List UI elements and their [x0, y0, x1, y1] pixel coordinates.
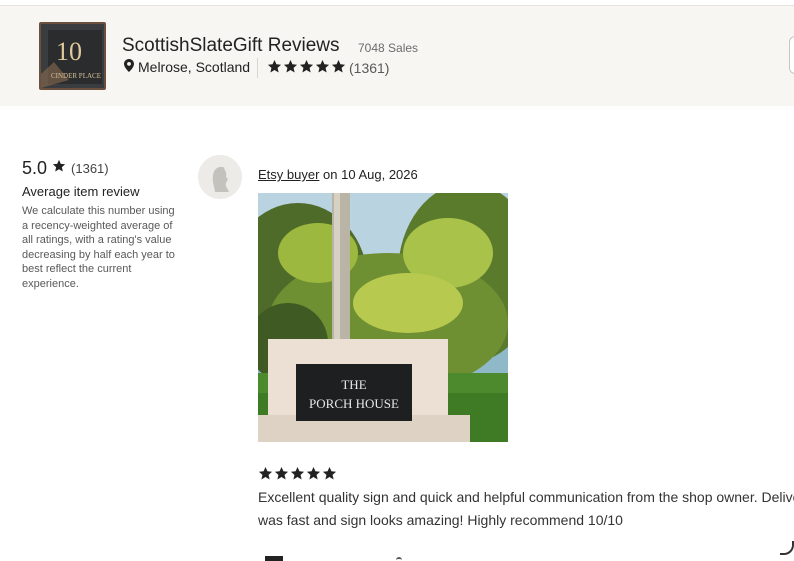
star-icon	[258, 466, 273, 486]
star-icon	[299, 59, 314, 77]
favorite-shop-button[interactable]	[789, 36, 794, 74]
loading-spinner-icon	[780, 541, 794, 555]
sign-line-1: THE	[341, 377, 366, 392]
map-pin-icon	[124, 59, 134, 75]
shop-header: 10 CINDER PLACE ScottishSlateGift Review…	[0, 6, 794, 106]
average-score-value: 5.0	[22, 158, 48, 178]
shop-location: Melrose, Scotland	[124, 59, 250, 75]
user-silhouette-icon	[198, 155, 242, 199]
shop-title: ScottishSlateGift Reviews	[122, 35, 340, 56]
reviewer-avatar	[198, 155, 242, 199]
star-icon	[331, 59, 346, 77]
location-label: Melrose, Scotland	[138, 59, 251, 75]
average-item-review-heading: Average item review	[22, 184, 140, 199]
partial-icon	[396, 557, 402, 561]
star-icon	[290, 466, 305, 486]
helpful-icon[interactable]	[265, 556, 283, 561]
sign-line-2: PORCH HOUSE	[309, 396, 399, 411]
shop-rating-count: (1361)	[349, 60, 390, 76]
review-date: 10 Aug, 2026	[341, 167, 418, 182]
review-meta: Etsy buyer on 10 Aug, 2026	[258, 167, 418, 182]
sales-count: 7048 Sales	[358, 41, 419, 55]
shop-logo-image[interactable]: 10 CINDER PLACE	[39, 22, 106, 90]
average-score: 5.0 (1361)	[22, 158, 109, 179]
average-review-explanation: We calculate this number using a recency…	[22, 205, 175, 290]
star-icon	[267, 59, 282, 77]
review-text: Excellent quality sign and quick and hel…	[258, 489, 794, 528]
star-icon	[306, 466, 321, 486]
shop-rating[interactable]: (1361)	[267, 59, 389, 77]
reviewer-name-link[interactable]: Etsy buyer	[258, 167, 319, 182]
star-icon	[283, 59, 298, 77]
star-icon	[274, 466, 289, 486]
review-date-prefix: on	[319, 167, 342, 182]
star-icon	[315, 59, 330, 77]
logo-number-text: 10	[56, 37, 82, 66]
review-rating-stars	[258, 466, 337, 486]
star-icon	[52, 159, 66, 178]
star-icon	[322, 466, 337, 486]
logo-caption-text: CINDER PLACE	[51, 72, 101, 80]
review-photo[interactable]: THE PORCH HOUSE	[258, 193, 508, 442]
shop-rating-stars	[267, 59, 346, 77]
header-separator	[257, 58, 258, 78]
average-score-count: (1361)	[71, 161, 109, 176]
